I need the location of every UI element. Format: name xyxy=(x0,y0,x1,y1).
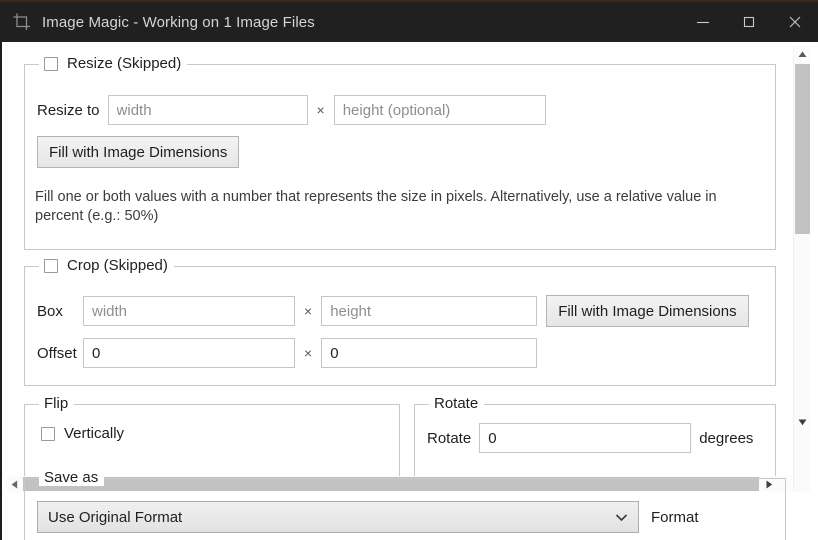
save-as-group-label: Save as xyxy=(44,469,99,486)
chevron-down-icon xyxy=(615,509,628,526)
save-as-group: Save as Use Original Format Format xyxy=(24,469,786,540)
close-icon[interactable] xyxy=(772,1,818,43)
options-scroll-pane: Resize (Skipped) Resize to × Fill with I… xyxy=(6,46,811,492)
crop-offset-y-input[interactable] xyxy=(321,338,538,368)
resize-width-input[interactable] xyxy=(107,95,308,125)
crop-box-label: Box xyxy=(37,302,63,320)
vertical-scrollbar[interactable] xyxy=(793,46,811,492)
resize-height-input[interactable] xyxy=(333,95,546,125)
title-bar: Image Magic - Working on 1 Image Files xyxy=(0,0,818,42)
resize-fill-dimensions-button[interactable]: Fill with Image Dimensions xyxy=(37,136,240,168)
rotate-unit-label: degrees xyxy=(699,429,754,447)
rotate-row: Rotate degrees xyxy=(427,423,753,453)
scroll-down-arrow-icon[interactable] xyxy=(794,414,811,431)
scroll-up-arrow-icon[interactable] xyxy=(794,46,811,63)
resize-group: Resize (Skipped) Resize to × Fill with I… xyxy=(24,55,776,250)
save-as-group-title: Save as xyxy=(39,469,105,486)
resize-to-row: Resize to × xyxy=(37,95,546,125)
crop-tool-icon xyxy=(12,12,32,32)
flip-vertically-checkbox[interactable] xyxy=(41,426,55,441)
crop-offset-separator: × xyxy=(304,345,313,361)
scroll-viewport: Resize (Skipped) Resize to × Fill with I… xyxy=(6,46,792,476)
flip-vertically-row[interactable]: Vertically xyxy=(41,425,124,442)
crop-offset-row: Offset × xyxy=(37,338,538,368)
resize-help-text: Fill one or both values with a number th… xyxy=(35,189,717,224)
minimize-icon[interactable] xyxy=(680,1,726,43)
crop-group: Crop (Skipped) Box × Fill with Image Dim… xyxy=(24,257,776,386)
scroll-left-arrow-icon[interactable] xyxy=(6,476,22,492)
resize-to-label: Resize to xyxy=(37,101,100,119)
maximize-icon[interactable] xyxy=(726,1,772,43)
format-select[interactable]: Use Original Format xyxy=(37,501,639,533)
rotate-group-title: Rotate xyxy=(429,395,485,412)
crop-group-label: Crop (Skipped) xyxy=(67,257,168,274)
resize-separator: × xyxy=(316,102,325,118)
crop-fill-dimensions-button[interactable]: Fill with Image Dimensions xyxy=(546,295,749,327)
flip-group-title: Flip xyxy=(39,395,75,412)
resize-enable-checkbox[interactable] xyxy=(44,56,58,71)
flip-group-label: Flip xyxy=(44,395,69,412)
rotate-group-label: Rotate xyxy=(434,395,479,412)
image-magic-window: Image Magic - Working on 1 Image Files R… xyxy=(0,0,818,540)
window-title: Image Magic - Working on 1 Image Files xyxy=(42,13,315,31)
format-label: Format xyxy=(651,508,699,526)
rotate-label: Rotate xyxy=(427,429,472,447)
crop-offset-label: Offset xyxy=(37,344,77,362)
flip-vertically-label: Vertically xyxy=(64,425,125,442)
rotate-group: Rotate Rotate degrees xyxy=(414,395,776,476)
save-as-format-row: Use Original Format Format xyxy=(37,501,699,533)
crop-box-height-input[interactable] xyxy=(321,296,538,326)
vertical-scroll-thumb[interactable] xyxy=(795,64,810,234)
rotate-degrees-input[interactable] xyxy=(479,423,692,453)
flip-group: Flip Vertically xyxy=(24,395,400,476)
window-controls xyxy=(680,1,818,43)
crop-box-width-input[interactable] xyxy=(83,296,295,326)
format-selected-value: Use Original Format xyxy=(48,508,183,526)
crop-box-separator: × xyxy=(304,303,313,319)
crop-group-title: Crop (Skipped) xyxy=(39,257,174,274)
resize-group-title: Resize (Skipped) xyxy=(39,55,188,72)
crop-box-row: Box × Fill with Image Dimensions xyxy=(37,295,749,327)
resize-group-label: Resize (Skipped) xyxy=(67,55,182,72)
crop-enable-checkbox[interactable] xyxy=(44,258,58,273)
window-body: Resize (Skipped) Resize to × Fill with I… xyxy=(0,42,818,540)
crop-offset-x-input[interactable] xyxy=(83,338,295,368)
